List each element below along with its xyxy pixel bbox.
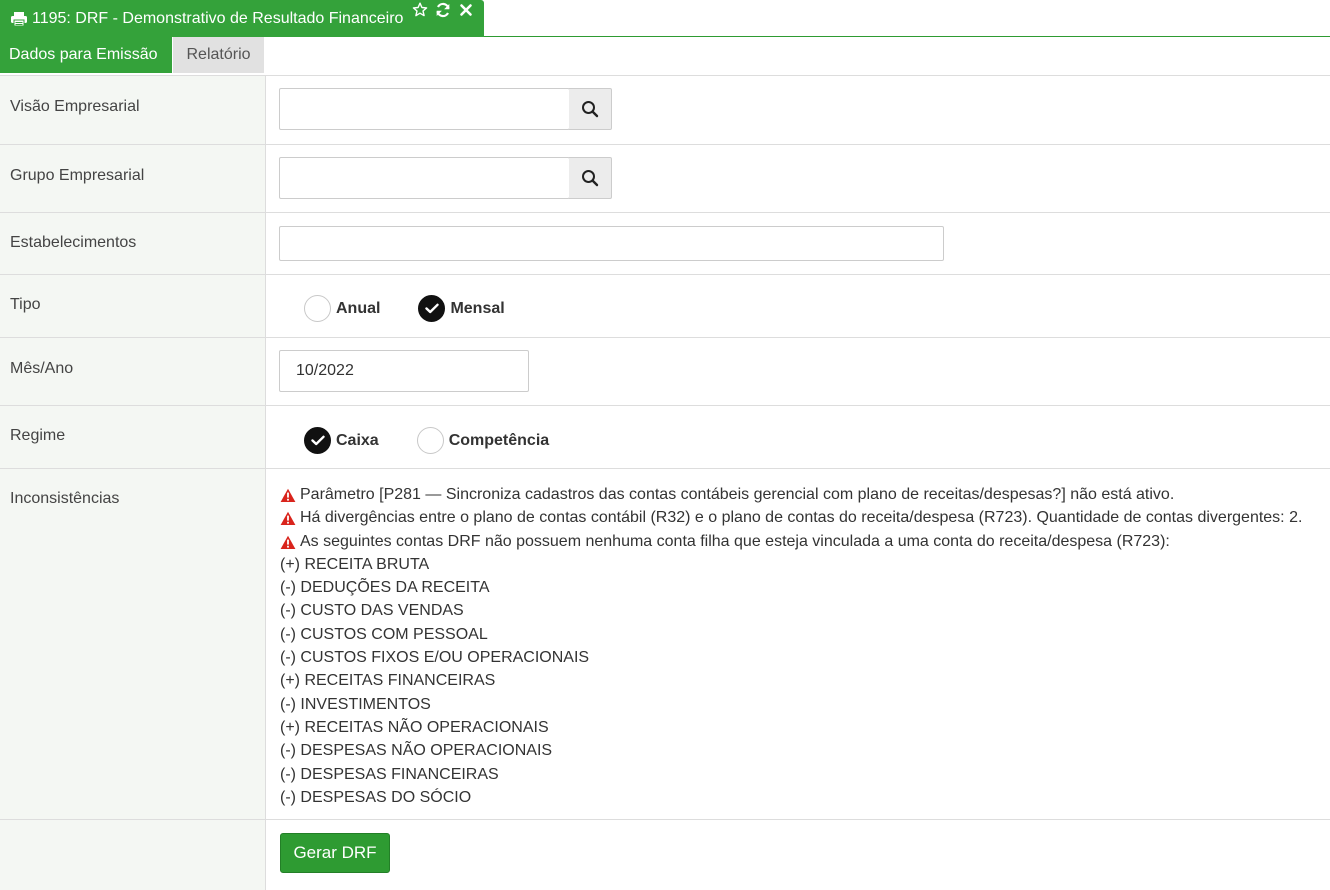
search-icon bbox=[582, 101, 599, 118]
mes-ano-label: Mês/Ano bbox=[0, 338, 266, 405]
account-item: (-) INVESTIMENTOS bbox=[280, 695, 431, 713]
search-icon bbox=[582, 170, 599, 187]
account-item: (+) RECEITA BRUTA bbox=[280, 555, 430, 573]
radio-unchecked-icon bbox=[304, 295, 331, 322]
close-icon[interactable] bbox=[458, 2, 474, 18]
row-tipo: Tipo Anual Mensal bbox=[0, 275, 1330, 338]
tipo-mensal-label: Mensal bbox=[450, 299, 505, 317]
row-actions: Gerar DRF bbox=[0, 820, 1330, 890]
row-grupo-empresarial: Grupo Empresarial bbox=[0, 145, 1330, 213]
account-item: (-) DESPESAS DO SÓCIO bbox=[280, 788, 472, 806]
inconsistencias-list: Parâmetro [P281 — Sincroniza cadastros d… bbox=[266, 469, 1330, 809]
tab-dados-para-emissao[interactable]: Dados para Emissão bbox=[0, 37, 172, 73]
actions-label-cell bbox=[0, 820, 266, 890]
account-item: (-) DEDUÇÕES DA RECEITA bbox=[280, 579, 490, 597]
grupo-search-button[interactable] bbox=[569, 157, 612, 199]
account-item: (-) CUSTOS FIXOS E/OU OPERACIONAIS bbox=[280, 649, 590, 667]
tipo-radio-mensal[interactable]: Mensal bbox=[418, 295, 505, 322]
row-regime: Regime Caixa Competência bbox=[0, 406, 1330, 469]
gerar-drf-button[interactable]: Gerar DRF bbox=[280, 833, 390, 873]
estabelecimentos-input[interactable] bbox=[279, 226, 944, 261]
row-estabelecimentos: Estabelecimentos bbox=[0, 213, 1330, 275]
inconsistencias-label: Inconsistências bbox=[0, 469, 266, 819]
warning-message: Há divergências entre o plano de contas … bbox=[280, 506, 1330, 529]
refresh-icon[interactable] bbox=[435, 2, 451, 18]
radio-checked-icon bbox=[418, 295, 446, 322]
tipo-radio-anual[interactable]: Anual bbox=[304, 295, 380, 322]
account-item: (-) DESPESAS FINANCEIRAS bbox=[280, 765, 499, 783]
warning-icon bbox=[280, 487, 296, 503]
tab-bar: Dados para Emissão Relatório bbox=[0, 37, 264, 73]
grupo-empresarial-label: Grupo Empresarial bbox=[0, 145, 266, 212]
row-visao-empresarial: Visão Empresarial bbox=[0, 76, 1330, 145]
warning-icon bbox=[280, 510, 296, 526]
regime-radio-caixa[interactable]: Caixa bbox=[304, 427, 379, 454]
warning-message: Parâmetro [P281 — Sincroniza cadastros d… bbox=[280, 483, 1330, 506]
tipo-anual-label: Anual bbox=[336, 299, 381, 317]
row-inconsistencias: Inconsistências Parâmetro [P281 — Sincro… bbox=[0, 469, 1330, 820]
regime-competencia-label: Competência bbox=[448, 431, 550, 449]
tipo-label: Tipo bbox=[0, 275, 266, 337]
radio-unchecked-icon bbox=[416, 427, 444, 454]
print-icon bbox=[10, 11, 28, 27]
row-mes-ano: Mês/Ano 10/2022 bbox=[0, 338, 1330, 406]
regime-radio-competencia[interactable]: Competência bbox=[416, 427, 550, 454]
warning-text: As seguintes contas DRF não possuem nenh… bbox=[300, 532, 1170, 550]
account-item: (-) CUSTOS COM PESSOAL bbox=[280, 625, 488, 643]
account-item: (-) DESPESAS NÃO OPERACIONAIS bbox=[280, 742, 553, 760]
visao-empresarial-label: Visão Empresarial bbox=[0, 76, 266, 144]
visao-empresarial-input[interactable] bbox=[279, 88, 570, 130]
visao-search-button[interactable] bbox=[569, 88, 612, 130]
radio-checked-icon bbox=[304, 427, 331, 454]
regime-label: Regime bbox=[0, 406, 266, 468]
account-item: (-) CUSTO DAS VENDAS bbox=[280, 602, 464, 620]
grupo-empresarial-input[interactable] bbox=[279, 157, 570, 199]
window-titlebar: 1195: DRF - Demonstrativo de Resultado F… bbox=[0, 0, 1330, 37]
mes-ano-input[interactable]: 10/2022 bbox=[279, 350, 529, 392]
emission-form: Visão Empresarial Grupo Empresarial Esta… bbox=[0, 75, 1330, 890]
warning-text: Há divergências entre o plano de contas … bbox=[300, 509, 1303, 527]
account-item: (+) RECEITAS FINANCEIRAS bbox=[280, 672, 496, 690]
window-title: 1195: DRF - Demonstrativo de Resultado F… bbox=[32, 9, 404, 27]
warning-message: As seguintes contas DRF não possuem nenh… bbox=[280, 530, 1330, 553]
tab-relatorio[interactable]: Relatório bbox=[173, 37, 264, 73]
warning-icon bbox=[280, 534, 296, 549]
star-icon[interactable] bbox=[412, 2, 428, 18]
regime-caixa-label: Caixa bbox=[336, 431, 379, 449]
account-item: (+) RECEITAS NÃO OPERACIONAIS bbox=[280, 718, 549, 736]
warning-text: Parâmetro [P281 — Sincroniza cadastros d… bbox=[300, 486, 1175, 503]
estabelecimentos-label: Estabelecimentos bbox=[0, 213, 266, 274]
